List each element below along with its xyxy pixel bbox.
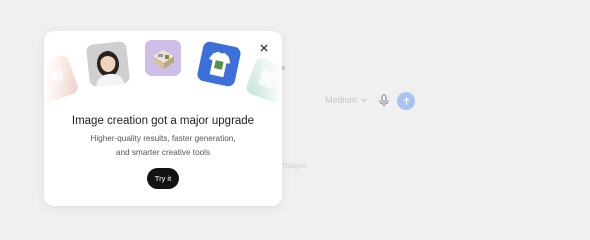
- description-line-2: and smarter creative tools: [115, 148, 211, 157]
- send-button[interactable]: [397, 92, 415, 110]
- dialog-description: Higher-quality results, faster generatio…: [44, 132, 282, 160]
- description-line-1: Higher-quality results, faster generatio…: [90, 134, 236, 143]
- arrow-up-icon: [403, 97, 409, 104]
- room-render: [145, 40, 181, 76]
- microphone-icon[interactable]: [378, 94, 390, 108]
- tshirt-mockup: [196, 40, 242, 88]
- upgrade-announcement-dialog: Image creation got a major upgrade Highe…: [44, 31, 282, 206]
- close-icon: [260, 44, 268, 52]
- chevron-down-icon: [361, 98, 367, 103]
- left-fade: [44, 31, 74, 111]
- close-button[interactable]: [258, 41, 270, 53]
- background-composer-controls: Medium: [282, 89, 422, 115]
- try-it-button[interactable]: Try it: [147, 168, 179, 189]
- quality-select[interactable]: Medium: [325, 95, 367, 105]
- sample-thumbnails: [44, 31, 282, 111]
- portrait-photo: [85, 41, 131, 87]
- quality-select-value: Medium: [325, 95, 358, 105]
- dialog-title: Image creation got a major upgrade: [71, 115, 255, 127]
- background-hint-text: mages: [283, 161, 308, 170]
